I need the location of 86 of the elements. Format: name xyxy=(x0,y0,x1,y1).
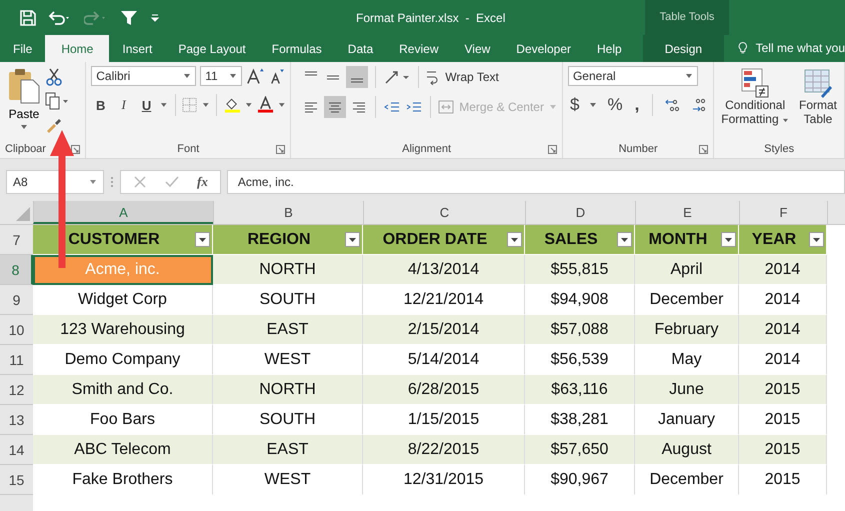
ribbon-tab[interactable]: Review xyxy=(386,35,452,62)
underline-button[interactable]: U xyxy=(137,98,156,112)
table-cell: 2015 xyxy=(739,465,827,495)
row-header[interactable]: 10 xyxy=(0,315,33,345)
number-format-field[interactable]: General xyxy=(568,66,698,86)
table-cell: EAST xyxy=(213,315,363,345)
table-header-cell: CUSTOMER xyxy=(33,225,213,255)
table-cell: 123 Warehousing xyxy=(33,315,213,345)
table-cell: 8/22/2015 xyxy=(363,435,525,465)
table-cell: Smith and Co. xyxy=(33,375,213,405)
table-header-cell: SALES xyxy=(525,225,635,255)
table-header-cell: REGION xyxy=(213,225,363,255)
row-header[interactable]: 7 xyxy=(0,225,33,255)
table-cell: 4/13/2014 xyxy=(363,255,525,285)
table-cell: 2/15/2014 xyxy=(363,315,525,345)
ribbon-tab[interactable]: Page Layout xyxy=(165,35,259,62)
conditional-formatting-button[interactable]: Conditional Formatting xyxy=(719,66,791,128)
italic-button[interactable]: I xyxy=(114,97,134,113)
name-box[interactable]: A8 xyxy=(6,170,104,194)
bold-button[interactable]: B xyxy=(91,98,110,112)
ribbon-tab[interactable]: Insert xyxy=(109,35,166,62)
column-header[interactable]: D xyxy=(525,201,635,224)
table-cell: August xyxy=(635,435,739,465)
table-cell: $57,088 xyxy=(525,315,635,345)
tell-me-field[interactable]: Tell me what you xyxy=(756,35,845,62)
row-header[interactable]: 8 xyxy=(0,255,33,285)
table-cell: December xyxy=(635,465,739,495)
table-cell: $90,967 xyxy=(525,465,635,495)
format-as-table-button[interactable]: Format Table xyxy=(796,66,839,128)
row-header[interactable]: 14 xyxy=(0,435,33,465)
wrap-text-button[interactable]: Wrap Text xyxy=(426,69,499,85)
table-cell: $63,116 xyxy=(525,375,635,405)
formula-field[interactable]: Acme, inc. xyxy=(226,170,845,194)
table-cell: EAST xyxy=(213,435,363,465)
ribbon-tab[interactable]: Help xyxy=(584,35,635,62)
table-cell: April xyxy=(635,255,739,285)
table-cell: NORTH xyxy=(213,255,363,285)
table-cell: 2015 xyxy=(739,435,827,465)
table-cell: ABC Telecom xyxy=(33,435,213,465)
table-cell: February xyxy=(635,315,739,345)
table-cell: 12/31/2015 xyxy=(363,465,525,495)
table-cell: $57,650 xyxy=(525,435,635,465)
row-header[interactable]: 11 xyxy=(0,345,33,375)
group-label: Number xyxy=(618,143,658,155)
window-title: Format Painter.xlsx - Excel xyxy=(356,10,506,24)
column-header[interactable]: C xyxy=(363,201,525,224)
column-header[interactable]: E xyxy=(635,201,739,224)
group-label: Font xyxy=(177,143,200,155)
row-header[interactable]: 15 xyxy=(0,465,33,495)
column-header[interactable]: B xyxy=(213,201,363,224)
table-cell: 2015 xyxy=(739,375,827,405)
table-cell: $55,815 xyxy=(525,255,635,285)
table-cell: Acme, inc. xyxy=(33,255,213,285)
table-cell: Fake Brothers xyxy=(33,465,213,495)
table-header-cell: YEAR xyxy=(739,225,827,255)
table-cell: 2014 xyxy=(739,255,827,285)
table-cell: WEST xyxy=(213,465,363,495)
group-label: Styles xyxy=(764,143,794,155)
currency-button[interactable]: $ xyxy=(568,95,582,115)
ribbon-tab[interactable]: Design xyxy=(642,35,724,62)
percent-button[interactable]: % xyxy=(605,95,625,115)
table-cell: 6/28/2015 xyxy=(363,375,525,405)
group-label: Alignment xyxy=(402,143,452,155)
group-label: Clipboar xyxy=(5,143,46,155)
comma-style-button[interactable]: , xyxy=(632,95,642,115)
column-header[interactable]: F xyxy=(739,201,827,224)
ribbon-tab[interactable]: View xyxy=(452,35,504,62)
column-header[interactable]: A xyxy=(33,201,213,224)
ribbon-tab[interactable]: Home xyxy=(45,35,110,62)
row-header[interactable]: 12 xyxy=(0,375,33,405)
ribbon-tab[interactable]: Data xyxy=(334,35,386,62)
font-size-field[interactable]: 11 xyxy=(200,66,242,86)
font-name-field[interactable]: Calibri xyxy=(91,66,196,86)
table-header-cell: ORDER DATE xyxy=(363,225,525,255)
table-header-cell: MONTH xyxy=(635,225,739,255)
table-cell: 2014 xyxy=(739,315,827,345)
contextual-tab-label: Table Tools xyxy=(645,0,729,35)
ribbon-tab[interactable]: Formulas xyxy=(258,35,335,62)
row-header[interactable]: 13 xyxy=(0,405,33,435)
table-cell: June xyxy=(635,375,739,405)
insert-function-button[interactable]: fx xyxy=(197,174,208,190)
ribbon-tab[interactable]: File xyxy=(0,35,46,62)
paste-button[interactable]: Paste xyxy=(5,66,43,140)
ribbon-tab[interactable]: Developer xyxy=(503,35,584,62)
row-header[interactable]: 9 xyxy=(0,285,33,315)
table-cell: NORTH xyxy=(213,375,363,405)
